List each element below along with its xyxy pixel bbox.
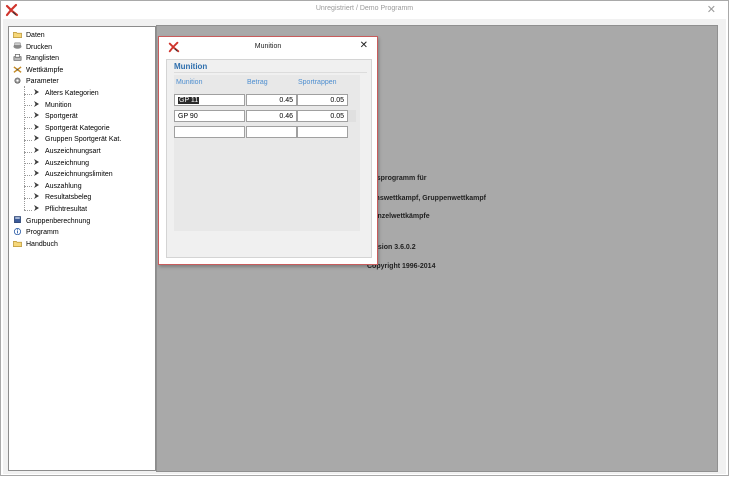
tree-connector: [24, 151, 32, 153]
row-selector[interactable]: [348, 110, 356, 122]
tree-item-daten[interactable]: Daten: [13, 30, 45, 41]
arrow-icon: [33, 204, 41, 212]
tree-item-label: Gruppen Sportgerät Kat.: [45, 136, 122, 144]
tree-connector-vertical: [24, 86, 25, 210]
tree-item-label: Ranglisten: [26, 55, 60, 63]
arrow-icon: [33, 111, 41, 119]
tree-item-label: Sportgerät: [45, 113, 78, 121]
tree-item-gruppen-sportgerät-kat[interactable]: Gruppen Sportgerät Kat.: [33, 134, 121, 145]
tree-item-resultatsbeleg[interactable]: Resultatsbeleg: [33, 192, 91, 203]
tree-connector: [24, 186, 32, 188]
tree-item-auszahlung[interactable]: Auszahlung: [33, 181, 82, 192]
section-divider: [174, 72, 367, 73]
cell-sportrappen-new-row[interactable]: [297, 126, 348, 138]
arrow-icon: [33, 146, 41, 154]
cell-munition-row2[interactable]: GP 90: [174, 110, 245, 122]
tree-item-gruppenberechnung[interactable]: Gruppenberechnung: [13, 216, 90, 227]
arrow-icon: [33, 100, 41, 108]
window-close-button[interactable]: ✕: [707, 3, 716, 16]
tree-item-parameter[interactable]: Parameter: [13, 76, 59, 87]
tree-connector: [24, 105, 32, 107]
cell-betrag-new-row[interactable]: [246, 126, 297, 138]
tree-item-label: Drucken: [26, 43, 53, 51]
tree-item-handbuch[interactable]: Handbuch: [13, 239, 58, 250]
dialog-title: Munition: [254, 43, 282, 50]
tree-connector: [24, 93, 32, 95]
tree-item-label: Wettkämpfe: [26, 66, 64, 74]
tree-item-alters-kategorien[interactable]: Alters Kategorien: [33, 88, 99, 99]
main-client-area: Daten Drucken Ranglisten Wettkämpfe Paramete…: [3, 19, 726, 474]
arrow-icon: [33, 123, 41, 131]
calculator-icon: [13, 216, 22, 224]
printer-icon: [13, 54, 22, 62]
tree-item-label: Programm: [26, 229, 59, 237]
column-header-munition[interactable]: Munition: [176, 79, 202, 86]
tools-icon: [13, 65, 22, 74]
tree-item-label: Auszeichnungsart: [45, 148, 101, 155]
arrow-icon: [33, 169, 41, 177]
cell-sportrappen-row1[interactable]: 0.05: [297, 94, 348, 106]
folder-icon: [13, 240, 22, 248]
arrow-icon: [33, 192, 41, 200]
column-header-sportrappen[interactable]: Sportrappen: [298, 79, 337, 86]
arrow-icon: [33, 181, 41, 189]
navigation-tree: Daten Drucken Ranglisten Wettkämpfe Paramete…: [8, 26, 156, 471]
tree-item-auszeichnungslimiten[interactable]: Auszeichnungslimiten: [33, 169, 113, 180]
tree-connector: [24, 163, 32, 165]
arrow-icon: [33, 88, 41, 96]
cell-betrag-row2[interactable]: 0.46: [246, 110, 297, 122]
cell-sportrappen-row2[interactable]: 0.05: [297, 110, 348, 122]
tree-item-label: Parameter: [26, 78, 59, 86]
tree-connector: [24, 197, 32, 199]
window-title: Unregistriert / Demo Programm: [315, 5, 414, 12]
munition-dialog: Munition ✕ Munition Munition Betrag Spor…: [158, 36, 378, 265]
section-title: Munition: [174, 62, 208, 71]
tree-item-munition[interactable]: Munition: [33, 100, 71, 111]
cell-betrag-row1[interactable]: 0.45: [246, 94, 297, 106]
tree-connector: [24, 139, 32, 141]
tree-connector: [24, 116, 32, 118]
tree-item-label: Resultatsbeleg: [45, 194, 92, 202]
tree-item-label: Pflichtresultat: [45, 206, 88, 213]
tree-item-label: Auszeichnung: [45, 159, 89, 167]
about-text-line-2: tionswettkampf, Gruppenwettkampf: [367, 195, 487, 202]
tree-item-ranglisten[interactable]: Ranglisten: [13, 53, 59, 64]
info-icon: [13, 228, 22, 236]
tree-item-wettkämpfe[interactable]: Wettkämpfe: [13, 65, 63, 76]
tree-item-auszeichnung[interactable]: Auszeichnung: [33, 158, 89, 169]
arrow-icon: [33, 134, 41, 142]
tree-item-sportgerät[interactable]: Sportgerät: [33, 111, 78, 122]
cell-munition-row1[interactable]: GP 11: [174, 94, 245, 106]
printer-scanner-icon: [13, 42, 22, 50]
app-window: Unregistriert / Demo Programm ✕ Daten Dru…: [0, 0, 729, 476]
folder-icon: [13, 31, 22, 39]
tree-item-programm[interactable]: Programm: [13, 227, 59, 238]
tree-item-label: Gruppenberechnung: [26, 217, 91, 225]
tree-item-label: Auszahlung: [45, 182, 82, 190]
cell-text: GP 11: [178, 97, 200, 104]
tree-item-pflichtresultat[interactable]: Pflichtresultat: [33, 204, 87, 215]
tree-item-label: Munition: [45, 101, 72, 109]
tree-connector: [24, 209, 32, 211]
arrow-icon: [33, 158, 41, 166]
tree-item-label: Handbuch: [26, 240, 58, 248]
tree-item-label: Sportgerät Kategorie: [45, 124, 110, 132]
gear-icon: [13, 77, 22, 85]
tree-item-auszeichnungsart[interactable]: Auszeichnungsart: [33, 146, 101, 157]
tree-item-drucken[interactable]: Drucken: [13, 42, 52, 53]
tree-connector: [24, 174, 32, 176]
tree-connector: [24, 128, 32, 130]
title-bar: Unregistriert / Demo Programm ✕: [1, 1, 728, 19]
dialog-close-button[interactable]: ✕: [360, 40, 368, 51]
column-header-betrag[interactable]: Betrag: [247, 79, 268, 86]
tree-item-label: Alters Kategorien: [45, 90, 99, 97]
tree-item-sportgerät-kategorie[interactable]: Sportgerät Kategorie: [33, 123, 110, 134]
tree-item-label: Daten: [26, 32, 45, 39]
cell-munition-new-row[interactable]: [174, 126, 245, 138]
tree-item-label: Auszeichnungslimiten: [45, 171, 113, 179]
